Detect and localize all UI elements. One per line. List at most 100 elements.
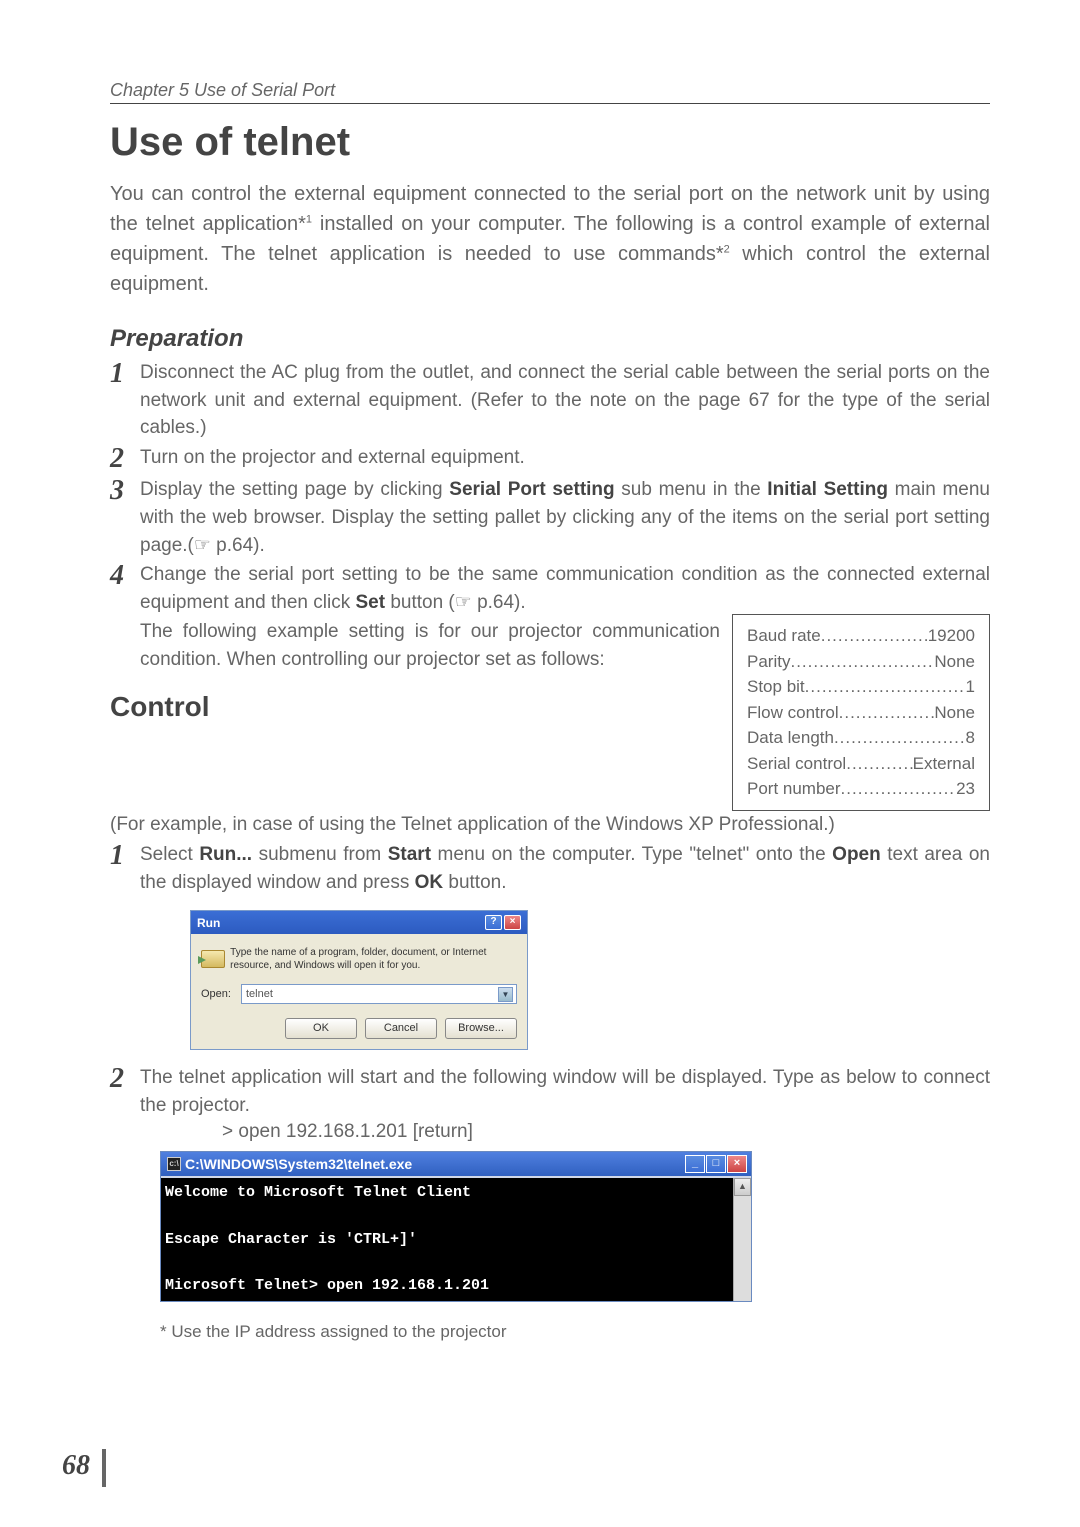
step4-follow-text: The following example setting is for our… bbox=[110, 618, 720, 673]
settings-label: Stop bit bbox=[747, 674, 805, 700]
settings-value: 23 bbox=[956, 776, 975, 802]
step-number: 1 bbox=[110, 841, 132, 872]
open-input-value: telnet bbox=[246, 988, 273, 1000]
settings-box: Baud rate...........................1920… bbox=[732, 614, 990, 811]
run-dialog-titlebar[interactable]: Run ? × bbox=[191, 911, 527, 934]
telnet-line: Welcome to Microsoft Telnet Client bbox=[165, 1184, 471, 1201]
run-dialog-title: Run bbox=[197, 916, 220, 930]
settings-label: Parity bbox=[747, 649, 790, 675]
settings-value: 8 bbox=[966, 725, 975, 751]
bold-text: Initial Setting bbox=[767, 479, 888, 500]
dots: ............................... bbox=[805, 674, 966, 700]
settings-row: Serial control....................Extern… bbox=[747, 751, 975, 777]
settings-label: Baud rate bbox=[747, 623, 821, 649]
settings-label: Data length bbox=[747, 725, 834, 751]
step-number: 2 bbox=[110, 444, 132, 475]
settings-value: 1 bbox=[966, 674, 975, 700]
run-dialog: Run ? × Type the name of a program, fold… bbox=[190, 910, 528, 1050]
prep-step-1: 1 Disconnect the AC plug from the outlet… bbox=[110, 359, 990, 442]
step-text: Turn on the projector and external equip… bbox=[140, 444, 990, 472]
prep-step-2: 2 Turn on the projector and external equ… bbox=[110, 444, 990, 475]
settings-label: Serial control bbox=[747, 751, 846, 777]
settings-row: Baud rate...........................1920… bbox=[747, 623, 975, 649]
settings-row: Port number.......................23 bbox=[747, 776, 975, 802]
command-line: > open 192.168.1.201 [return] bbox=[222, 1121, 990, 1143]
text: button. bbox=[443, 872, 506, 893]
text: button (☞ p.64). bbox=[385, 592, 526, 613]
bold-text: Run... bbox=[199, 844, 252, 865]
text: Display the setting page by clicking bbox=[140, 479, 449, 500]
open-label: Open: bbox=[201, 988, 231, 1000]
intro-paragraph: You can control the external equipment c… bbox=[110, 179, 990, 299]
step-text: Change the serial port setting to be the… bbox=[140, 561, 990, 616]
close-icon[interactable]: × bbox=[727, 1155, 747, 1173]
bold-text: OK bbox=[415, 872, 444, 893]
run-folder-icon bbox=[201, 946, 220, 972]
browse-button[interactable]: Browse... bbox=[445, 1018, 517, 1039]
cancel-button[interactable]: Cancel bbox=[365, 1018, 437, 1039]
step-text: Display the setting page by clicking Ser… bbox=[140, 476, 990, 559]
dots: ........................ bbox=[834, 725, 966, 751]
settings-label: Flow control bbox=[747, 700, 839, 726]
telnet-line: Escape Character is 'CTRL+]' bbox=[165, 1231, 417, 1248]
settings-row: Data length........................8 bbox=[747, 725, 975, 751]
control-subtitle: (For example, in case of using the Telne… bbox=[110, 811, 990, 840]
minimize-icon[interactable]: _ bbox=[685, 1155, 705, 1173]
step-text: The telnet application will start and th… bbox=[140, 1064, 990, 1119]
dots: ........................... bbox=[821, 623, 928, 649]
settings-value: External bbox=[913, 751, 975, 777]
settings-row: Flow control......................None bbox=[747, 700, 975, 726]
bold-text: Open bbox=[832, 844, 881, 865]
text: menu on the computer. Type "telnet" onto… bbox=[431, 844, 832, 865]
telnet-window: c:\ C:\WINDOWS\System32\telnet.exe _ □ ×… bbox=[160, 1151, 752, 1301]
telnet-line: Microsoft Telnet> open 192.168.1.201 bbox=[165, 1277, 489, 1294]
dots: ....................... bbox=[841, 776, 957, 802]
close-icon[interactable]: × bbox=[504, 915, 521, 930]
text: Select bbox=[140, 844, 199, 865]
control-title: Control bbox=[110, 691, 720, 723]
prep-step-4: 4 Change the serial port setting to be t… bbox=[110, 561, 990, 616]
dropdown-arrow-icon[interactable]: ▼ bbox=[498, 987, 513, 1002]
page-title: Use of telnet bbox=[110, 120, 990, 165]
bold-text: Serial Port setting bbox=[449, 479, 614, 500]
settings-value: 19200 bbox=[928, 623, 975, 649]
step-number: 2 bbox=[110, 1064, 132, 1095]
text: submenu from bbox=[252, 844, 388, 865]
scroll-track[interactable] bbox=[734, 1196, 751, 1300]
scrollbar[interactable]: ▲ bbox=[733, 1178, 751, 1300]
page-number-bar bbox=[102, 1449, 106, 1487]
step-text: Disconnect the AC plug from the outlet, … bbox=[140, 359, 990, 442]
settings-label: Port number bbox=[747, 776, 841, 802]
help-icon[interactable]: ? bbox=[485, 915, 502, 930]
bold-text: Set bbox=[355, 592, 385, 613]
dots: .................... bbox=[846, 751, 912, 777]
telnet-title-text: C:\WINDOWS\System32\telnet.exe bbox=[185, 1156, 412, 1172]
telnet-body[interactable]: Welcome to Microsoft Telnet Client Escap… bbox=[161, 1178, 733, 1300]
step-number: 3 bbox=[110, 476, 132, 507]
preparation-title: Preparation bbox=[110, 325, 990, 353]
control-step-1: 1 Select Run... submenu from Start menu … bbox=[110, 841, 990, 896]
dots: .................................... bbox=[790, 649, 934, 675]
maximize-icon[interactable]: □ bbox=[706, 1155, 726, 1173]
footnote: * Use the IP address assigned to the pro… bbox=[160, 1322, 990, 1342]
step-text: Select Run... submenu from Start menu on… bbox=[140, 841, 990, 896]
dots: ...................... bbox=[839, 700, 935, 726]
telnet-titlebar[interactable]: c:\ C:\WINDOWS\System32\telnet.exe _ □ × bbox=[161, 1152, 751, 1176]
page-number: 68 bbox=[62, 1450, 90, 1482]
chapter-header: Chapter 5 Use of Serial Port bbox=[110, 80, 990, 104]
bold-text: Start bbox=[388, 844, 431, 865]
ok-button[interactable]: OK bbox=[285, 1018, 357, 1039]
open-input[interactable]: telnet ▼ bbox=[241, 984, 517, 1004]
text: Change the serial port setting to be the… bbox=[140, 564, 990, 613]
settings-row: Stop bit...............................1 bbox=[747, 674, 975, 700]
settings-row: Parity..................................… bbox=[747, 649, 975, 675]
scroll-up-icon[interactable]: ▲ bbox=[734, 1178, 751, 1196]
prep-step-3: 3 Display the setting page by clicking S… bbox=[110, 476, 990, 559]
step-number: 1 bbox=[110, 359, 132, 390]
control-step-2: 2 The telnet application will start and … bbox=[110, 1064, 990, 1119]
cmd-icon: c:\ bbox=[167, 1157, 181, 1171]
step-number: 4 bbox=[110, 561, 132, 592]
settings-value: None bbox=[934, 649, 975, 675]
settings-value: None bbox=[934, 700, 975, 726]
text: sub menu in the bbox=[615, 479, 768, 500]
